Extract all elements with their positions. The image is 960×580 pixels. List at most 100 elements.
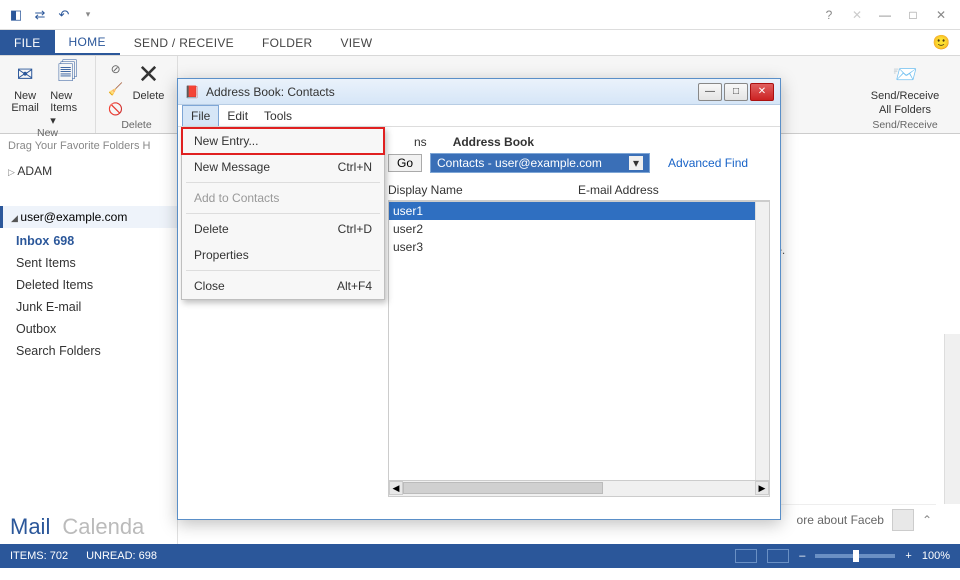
- reading-scrollbar[interactable]: [944, 334, 960, 504]
- address-book-dialog: 📕 Address Book: Contacts — □ ✕ File Edit…: [177, 78, 781, 520]
- zoom-value: 100%: [922, 550, 950, 562]
- envelope-icon: ✉: [11, 60, 39, 88]
- folder-outbox[interactable]: Outbox: [16, 318, 177, 340]
- navigation-bar: Mail Calenda: [0, 508, 177, 544]
- undo-icon[interactable]: ↶: [56, 7, 72, 23]
- menu-file[interactable]: File: [182, 105, 219, 126]
- ribbon-group-sendreceive-label: Send/Receive: [872, 119, 937, 131]
- search-columns-fragment: ns: [414, 135, 427, 149]
- delete-x-icon: ✕: [134, 60, 162, 88]
- file-dropdown-menu: New Entry... New MessageCtrl+N Add to Co…: [181, 127, 385, 300]
- advanced-find-link[interactable]: Advanced Find: [668, 156, 748, 170]
- send-receive-qat-icon[interactable]: ⇄: [32, 7, 48, 23]
- address-book-titlebar[interactable]: 📕 Address Book: Contacts — □ ✕: [178, 79, 780, 105]
- people-pane-chevron-icon[interactable]: ⌃: [922, 513, 932, 527]
- delete-button[interactable]: ✕ Delete: [133, 60, 165, 102]
- menu-item-new-entry[interactable]: New Entry...: [182, 128, 384, 154]
- menu-separator: [186, 213, 380, 214]
- menu-item-new-message[interactable]: New MessageCtrl+N: [182, 154, 384, 180]
- tab-send-receive[interactable]: SEND / RECEIVE: [120, 30, 248, 55]
- contact-row[interactable]: user1: [389, 202, 769, 220]
- menu-item-close[interactable]: CloseAlt+F4: [182, 273, 384, 299]
- ribbon-group-sendreceive: 📨 Send/Receive All Folders Send/Receive: [850, 56, 960, 133]
- column-display-name[interactable]: Display Name: [388, 183, 578, 197]
- cleanup-button[interactable]: 🧹: [109, 80, 123, 98]
- minimize-button[interactable]: —: [872, 5, 898, 25]
- delete-small-buttons: ⊘ 🧹 🚫: [109, 60, 123, 118]
- new-email-label: New Email: [10, 90, 40, 114]
- nav-mail[interactable]: Mail: [10, 514, 50, 540]
- send-receive-all-button[interactable]: 📨 Send/Receive All Folders: [871, 60, 940, 116]
- contact-row[interactable]: user3: [389, 238, 769, 256]
- sender-avatar[interactable]: [892, 509, 914, 531]
- menu-separator: [186, 270, 380, 271]
- help-icon[interactable]: ?: [816, 5, 842, 25]
- folder-list: Inbox698 Sent Items Deleted Items Junk E…: [0, 228, 177, 362]
- ribbon-tabs: FILE HOME SEND / RECEIVE FOLDER VIEW 🙂: [0, 30, 960, 56]
- ignore-button[interactable]: ⊘: [109, 60, 123, 78]
- send-receive-line1: Send/Receive: [871, 90, 940, 102]
- folder-pane: Drag Your Favorite Folders H ADAM user@e…: [0, 134, 178, 544]
- new-items-label: New Items ▾: [50, 90, 85, 127]
- junk-button[interactable]: 🚫: [109, 100, 123, 118]
- delete-label: Delete: [133, 90, 165, 102]
- address-book-icon: 📕: [184, 84, 200, 100]
- contact-list-scrollbar[interactable]: [755, 202, 769, 480]
- maximize-button[interactable]: □: [900, 5, 926, 25]
- ribbon-group-delete: ⊘ 🧹 🚫 ✕ Delete Delete: [96, 56, 178, 133]
- scroll-thumb[interactable]: [403, 482, 603, 494]
- qat-dropdown-icon[interactable]: ▾: [80, 7, 96, 23]
- zoom-plus-button[interactable]: +: [905, 550, 911, 562]
- new-items-button[interactable]: 🗐 New Items ▾: [50, 60, 85, 127]
- zoom-minus-button[interactable]: –: [799, 550, 805, 562]
- reading-footer-text[interactable]: ore about Faceb: [797, 513, 884, 527]
- dialog-maximize-button[interactable]: □: [724, 83, 748, 101]
- tab-folder[interactable]: FOLDER: [248, 30, 326, 55]
- favorites-hint: Drag Your Favorite Folders H: [0, 134, 177, 158]
- contact-list-hscrollbar[interactable]: ◀ ▶: [388, 481, 770, 497]
- address-book-menubar: File Edit Tools New Entry... New Message…: [178, 105, 780, 127]
- tab-file[interactable]: FILE: [0, 30, 55, 55]
- column-email-address[interactable]: E-mail Address: [578, 183, 659, 197]
- status-items: ITEMS: 702: [10, 550, 68, 562]
- folder-search-folders[interactable]: Search Folders: [16, 340, 177, 362]
- dialog-close-button[interactable]: ✕: [750, 83, 774, 101]
- account-header-adam[interactable]: ADAM: [0, 158, 177, 182]
- tab-home[interactable]: HOME: [55, 30, 120, 55]
- scroll-left-arrow-icon[interactable]: ◀: [389, 481, 403, 495]
- folder-sent-items[interactable]: Sent Items: [16, 252, 177, 274]
- tab-view[interactable]: VIEW: [326, 30, 386, 55]
- folder-junk[interactable]: Junk E-mail: [16, 296, 177, 318]
- go-button[interactable]: Go: [388, 154, 422, 172]
- folder-inbox[interactable]: Inbox698: [16, 230, 177, 252]
- window-controls: ? ✕ — □ ✕: [816, 5, 960, 25]
- new-email-button[interactable]: ✉ New Email: [10, 60, 40, 114]
- status-bar: ITEMS: 702 UNREAD: 698 – + 100%: [0, 544, 960, 568]
- view-reading-button[interactable]: [767, 549, 789, 563]
- address-book-label: Address Book: [453, 135, 534, 149]
- contact-row[interactable]: user2: [389, 220, 769, 238]
- folder-deleted-items[interactable]: Deleted Items: [16, 274, 177, 296]
- menu-item-properties[interactable]: Properties: [182, 242, 384, 268]
- close-button[interactable]: ✕: [928, 5, 954, 25]
- nav-calendar[interactable]: Calenda: [62, 514, 144, 540]
- outlook-icon[interactable]: ◧: [8, 7, 24, 23]
- junk-icon: 🚫: [109, 102, 123, 116]
- feedback-smiley-icon[interactable]: 🙂: [933, 30, 960, 55]
- dialog-minimize-button[interactable]: —: [698, 83, 722, 101]
- chevron-down-icon[interactable]: ▾: [629, 156, 643, 170]
- menu-item-delete[interactable]: DeleteCtrl+D: [182, 216, 384, 242]
- zoom-slider-thumb[interactable]: [853, 550, 859, 562]
- scroll-right-arrow-icon[interactable]: ▶: [755, 481, 769, 495]
- quick-access-toolbar: ◧ ⇄ ↶ ▾: [0, 7, 104, 23]
- view-normal-button[interactable]: [735, 549, 757, 563]
- account-header-selected[interactable]: user@example.com: [0, 206, 177, 228]
- new-items-icon: 🗐: [54, 60, 82, 88]
- address-book-selector[interactable]: Contacts - user@example.com ▾: [430, 153, 650, 173]
- ribbon-options-icon[interactable]: ✕: [844, 5, 870, 25]
- menu-tools[interactable]: Tools: [256, 105, 300, 126]
- titlebar: ◧ ⇄ ↶ ▾ ? ✕ — □ ✕: [0, 0, 960, 30]
- menu-edit[interactable]: Edit: [219, 105, 256, 126]
- status-unread: UNREAD: 698: [86, 550, 157, 562]
- zoom-slider[interactable]: [815, 554, 895, 558]
